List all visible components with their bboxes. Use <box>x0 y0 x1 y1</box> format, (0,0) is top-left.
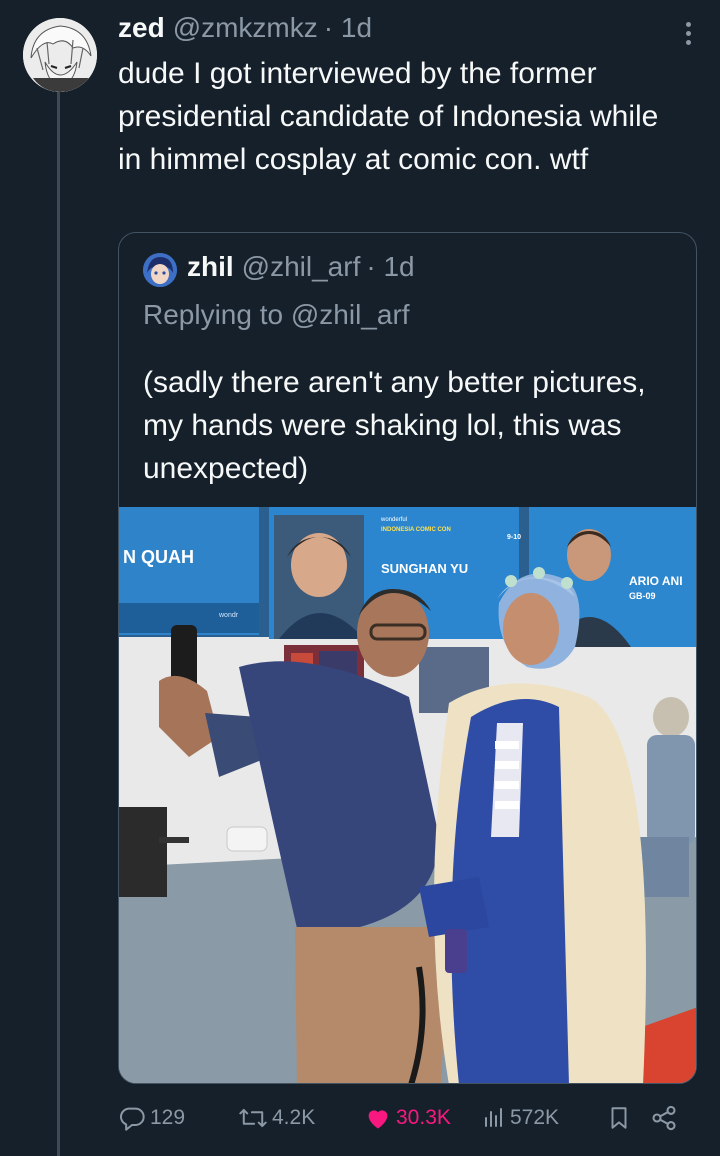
action-bar: 129 4.2K 30.3K 572K <box>118 1098 688 1138</box>
photo-sign-date: 9-10 <box>507 534 521 541</box>
share-icon <box>650 1104 678 1132</box>
repost-count: 4.2K <box>272 1106 316 1129</box>
share-button[interactable] <box>650 1098 678 1138</box>
more-icon[interactable] <box>684 22 692 46</box>
like-count: 30.3K <box>396 1106 451 1129</box>
views-count: 572K <box>510 1106 560 1129</box>
quoted-author-handle: @zhil_arf <box>241 251 361 282</box>
quoted-author-name: zhil <box>187 251 234 282</box>
photo-sign-center: SUNGHAN YU <box>381 561 468 576</box>
views-icon <box>482 1105 506 1131</box>
repost-icon <box>238 1104 268 1132</box>
bookmark-icon <box>606 1104 632 1132</box>
tweet-time[interactable]: · 1d <box>324 12 372 44</box>
reply-icon <box>118 1104 146 1132</box>
tweet-text: dude I got interviewed by the former pre… <box>118 57 659 176</box>
photo-sign-left: N QUAH <box>123 547 194 567</box>
like-icon <box>364 1104 392 1132</box>
tweet-header: zed @zmkzmkz · 1d <box>118 12 372 48</box>
like-button[interactable]: 30.3K <box>364 1098 451 1138</box>
thread-line <box>57 92 60 1156</box>
photo-sign-event-tiny: wonderful <box>380 517 407 523</box>
quoted-header: zhil @zhil_arf · 1d <box>187 251 415 283</box>
photo-sign-right-sub: GB-09 <box>629 591 656 601</box>
author-name[interactable]: zed <box>118 12 165 44</box>
bookmark-button[interactable] <box>606 1098 632 1138</box>
quoted-text: (sadly there aren't any better pictures,… <box>143 366 646 485</box>
author-handle[interactable]: @zmkzmkz <box>173 12 318 44</box>
author-avatar[interactable] <box>23 18 97 92</box>
tweet-page: zed @zmkzmkz · 1d dude I got interviewed… <box>0 0 720 1156</box>
photo-sign-event: INDONESIA COMIC CON <box>381 527 451 533</box>
reply-button[interactable]: 129 <box>118 1098 185 1138</box>
replying-to: Replying to @zhil_arf <box>143 299 410 330</box>
quoted-author-avatar <box>143 253 177 287</box>
photo-sign-brand: wondr <box>218 612 239 619</box>
photo-sign-right: ARIO ANI <box>629 574 683 588</box>
quoted-tweet[interactable]: zhil @zhil_arf · 1d Replying to @zhil_ar… <box>118 232 697 1084</box>
repost-button[interactable]: 4.2K <box>238 1098 315 1138</box>
quoted-photo[interactable]: N QUAH wondr SUNGHAN YU wonderful INDONE… <box>119 507 696 1083</box>
views-button[interactable]: 572K <box>482 1098 559 1138</box>
reply-count: 129 <box>150 1106 186 1129</box>
quoted-time: · 1d <box>366 251 415 282</box>
